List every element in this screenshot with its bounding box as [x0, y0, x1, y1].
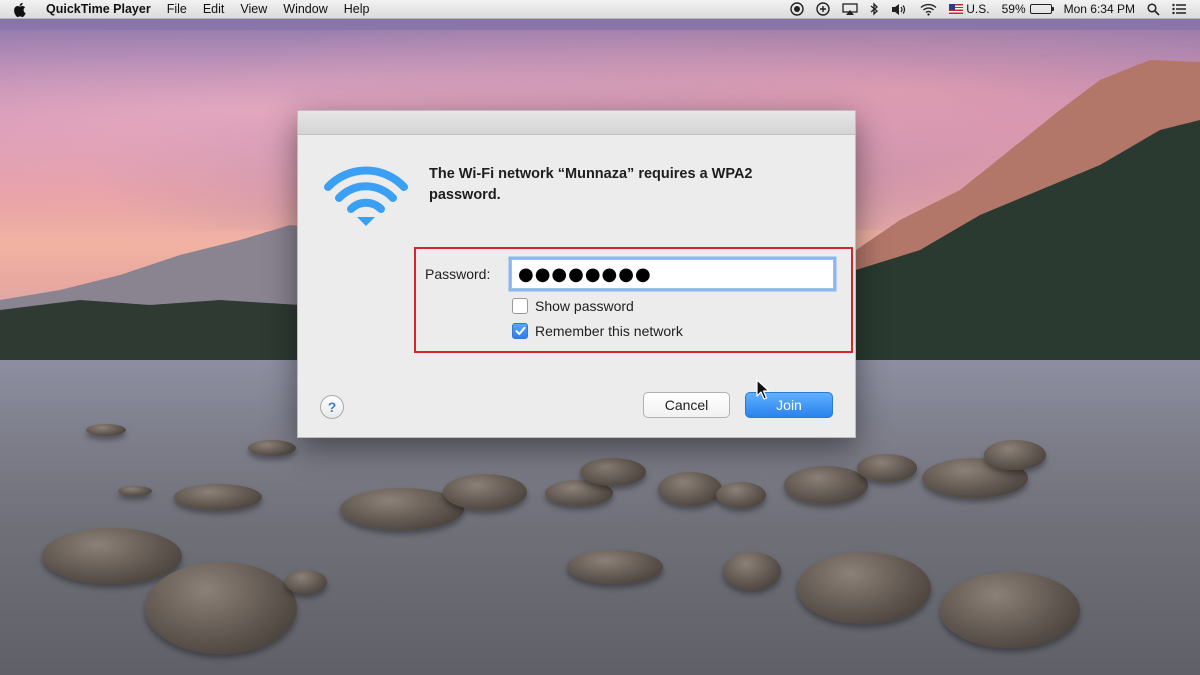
- bluetooth-icon[interactable]: [864, 2, 885, 16]
- password-label: Password:: [425, 266, 491, 282]
- checkmark-icon: [515, 326, 525, 335]
- rock: [145, 562, 297, 654]
- show-password-label[interactable]: Show password: [535, 298, 634, 314]
- input-source[interactable]: U.S.: [943, 2, 995, 16]
- rock: [443, 474, 527, 510]
- vpn-icon[interactable]: [810, 2, 836, 16]
- rock: [580, 458, 646, 486]
- input-source-label: U.S.: [966, 2, 990, 16]
- rock: [658, 472, 722, 506]
- menu-app-name[interactable]: QuickTime Player: [38, 2, 159, 16]
- cancel-button[interactable]: Cancel: [643, 392, 730, 418]
- menu-help[interactable]: Help: [336, 2, 378, 16]
- menu-bar: QuickTime Player File Edit View Window H…: [0, 0, 1200, 19]
- remember-network-checkbox[interactable]: [512, 323, 528, 339]
- mouse-cursor-icon: [756, 379, 770, 400]
- battery-percent: 59%: [1001, 2, 1026, 16]
- us-flag-icon: [949, 4, 964, 14]
- menu-window[interactable]: Window: [275, 2, 335, 16]
- rock: [984, 440, 1046, 470]
- menu-view[interactable]: View: [232, 2, 275, 16]
- help-button[interactable]: ?: [320, 395, 344, 419]
- wifi-icon: [324, 166, 408, 226]
- spotlight-icon[interactable]: [1141, 2, 1166, 16]
- airplay-icon[interactable]: [836, 2, 864, 16]
- rock: [42, 528, 182, 584]
- rock: [857, 454, 917, 482]
- wifi-status-icon[interactable]: [914, 3, 943, 16]
- rock: [716, 482, 766, 508]
- menu-file[interactable]: File: [159, 2, 195, 16]
- notification-center-icon[interactable]: [1166, 3, 1192, 15]
- menu-extras: U.S. 59% Mon 6:34 PM: [784, 0, 1200, 19]
- rock: [118, 486, 152, 496]
- remember-network-label[interactable]: Remember this network: [535, 323, 683, 339]
- menu-edit[interactable]: Edit: [195, 2, 233, 16]
- rock: [248, 440, 296, 456]
- dialog-titlebar[interactable]: [298, 111, 855, 135]
- rock: [567, 550, 663, 584]
- rock: [285, 570, 327, 594]
- wifi-password-dialog: The Wi-Fi network “Munnaza” requires a W…: [297, 110, 856, 438]
- menu-clock[interactable]: Mon 6:34 PM: [1058, 2, 1141, 16]
- battery-icon: [1029, 4, 1054, 14]
- rock: [940, 572, 1080, 648]
- rock: [784, 466, 868, 504]
- record-icon[interactable]: [784, 2, 810, 16]
- password-input[interactable]: ●●●●●●●●: [511, 259, 834, 289]
- rock: [174, 484, 262, 510]
- rock: [723, 552, 781, 590]
- apple-icon[interactable]: [14, 2, 28, 17]
- battery-status[interactable]: 59%: [996, 2, 1058, 16]
- rock: [86, 424, 126, 436]
- volume-icon[interactable]: [885, 3, 914, 16]
- rock: [797, 552, 931, 624]
- show-password-checkbox[interactable]: [512, 298, 528, 314]
- dialog-message: The Wi-Fi network “Munnaza” requires a W…: [429, 166, 753, 203]
